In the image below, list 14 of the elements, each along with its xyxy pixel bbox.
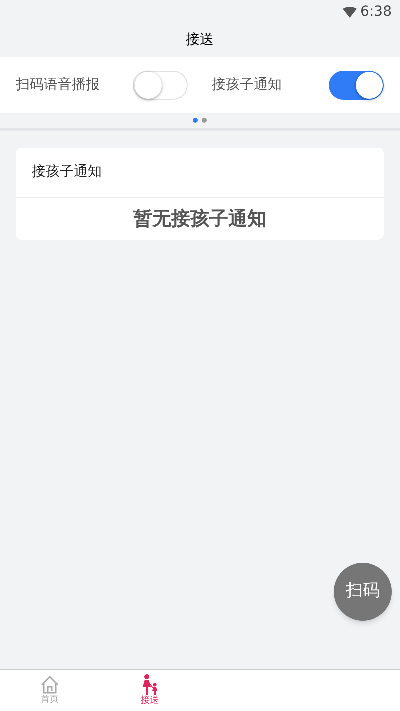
nav-tab[interactable]: 接送 <box>100 670 200 711</box>
parent-child-icon <box>140 674 160 696</box>
switch-label: 接孩子通知 <box>212 76 282 94</box>
card-title: 接孩子通知 <box>32 163 102 182</box>
house-icon <box>40 675 60 695</box>
status-time: 6:38 <box>360 2 392 22</box>
wifi-icon <box>342 6 357 18</box>
toggle-switch[interactable] <box>133 70 188 100</box>
switch-label: 扫码语音播报 <box>16 76 100 94</box>
empty-message: 暂无接孩子通知 <box>134 206 266 232</box>
scan-button[interactable]: 扫码 <box>334 563 392 621</box>
page-title: 接送 <box>186 30 214 50</box>
toggle-switch[interactable] <box>329 70 384 100</box>
nav-tab[interactable]: 首页 <box>0 670 100 711</box>
